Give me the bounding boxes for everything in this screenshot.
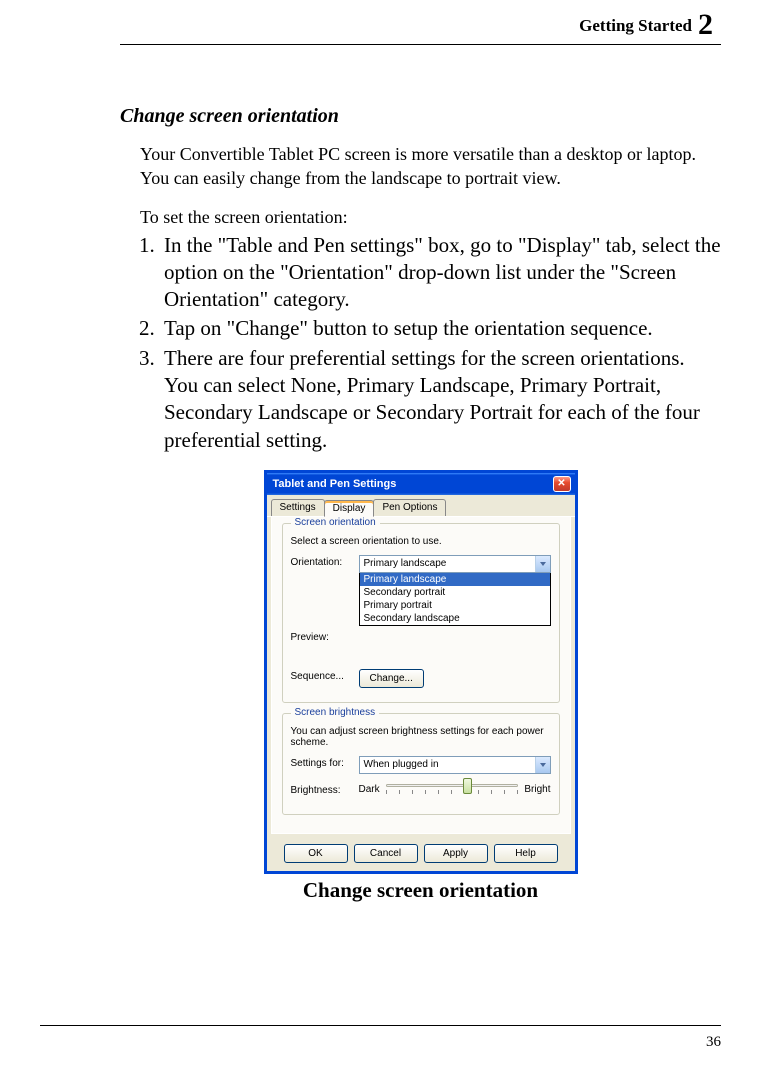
sequence-label: Sequence... — [291, 669, 359, 682]
section-label: Getting Started — [579, 16, 692, 35]
chapter-number: 2 — [698, 8, 713, 41]
combo-option[interactable]: Secondary portrait — [360, 586, 550, 599]
ok-button[interactable]: OK — [284, 844, 348, 863]
change-button[interactable]: Change... — [359, 669, 424, 688]
header-rule — [120, 44, 721, 45]
settings-for-value: When plugged in — [364, 759, 439, 770]
tab-display[interactable]: Display — [324, 500, 375, 517]
close-button[interactable]: ✕ — [553, 476, 571, 492]
orientation-combo-list: Primary landscape Secondary portrait Pri… — [359, 573, 551, 626]
group-screen-brightness: Screen brightness You can adjust screen … — [282, 713, 560, 815]
cancel-button[interactable]: Cancel — [354, 844, 418, 863]
combo-option[interactable]: Primary landscape — [360, 573, 550, 586]
combo-option[interactable]: Primary portrait — [360, 599, 550, 612]
tab-pen-options[interactable]: Pen Options — [373, 499, 446, 516]
dialog-body: Screen orientation Select a screen orien… — [271, 517, 571, 834]
orientation-combo-value: Primary landscape — [364, 558, 447, 569]
orientation-combo[interactable]: Primary landscape Primary landscape Seco… — [359, 555, 551, 626]
section-heading: Change screen orientation — [120, 105, 721, 128]
slider-bright-label: Bright — [524, 784, 550, 795]
dialog-window: Tablet and Pen Settings ✕ Settings Displ… — [264, 470, 578, 874]
dialog-button-row: OK Cancel Apply Help — [267, 838, 575, 871]
help-button[interactable]: Help — [494, 844, 558, 863]
settings-for-label: Settings for: — [291, 756, 359, 769]
step-item: Tap on "Change" button to setup the orie… — [160, 315, 721, 342]
close-icon: ✕ — [557, 479, 565, 489]
preview-label: Preview: — [291, 630, 359, 643]
group-screen-orientation: Screen orientation Select a screen orien… — [282, 523, 560, 703]
settings-for-combo[interactable]: When plugged in — [359, 756, 551, 774]
slider-dark-label: Dark — [359, 784, 380, 795]
apply-button[interactable]: Apply — [424, 844, 488, 863]
step-item: In the "Table and Pen settings" box, go … — [160, 232, 721, 314]
tabstrip: Settings Display Pen Options — [267, 495, 575, 517]
tab-settings[interactable]: Settings — [271, 499, 325, 516]
lead-in-text: To set the screen orientation: — [140, 207, 721, 228]
page-number: 36 — [40, 1026, 721, 1051]
intro-paragraph: Your Convertible Tablet PC screen is mor… — [140, 142, 721, 191]
brightness-label: Brightness: — [291, 783, 359, 796]
combo-option[interactable]: Secondary landscape — [360, 612, 550, 625]
step-item: There are four preferential settings for… — [160, 345, 721, 454]
orientation-desc: Select a screen orientation to use. — [291, 536, 551, 547]
running-head: Getting Started 2 — [120, 0, 721, 42]
slider-thumb[interactable] — [463, 778, 472, 794]
chevron-down-icon[interactable] — [535, 556, 550, 572]
brightness-slider[interactable] — [386, 780, 519, 800]
dialog-title: Tablet and Pen Settings — [273, 478, 397, 490]
brightness-desc: You can adjust screen brightness setting… — [291, 726, 551, 748]
chevron-down-icon[interactable] — [535, 757, 550, 773]
figure-caption: Change screen orientation — [303, 878, 538, 903]
group-legend-orientation: Screen orientation — [291, 517, 380, 528]
titlebar[interactable]: Tablet and Pen Settings ✕ — [267, 473, 575, 495]
group-legend-brightness: Screen brightness — [291, 707, 380, 718]
orientation-label: Orientation: — [291, 555, 359, 568]
figure: Tablet and Pen Settings ✕ Settings Displ… — [120, 470, 721, 903]
steps-list: In the "Table and Pen settings" box, go … — [120, 232, 721, 454]
